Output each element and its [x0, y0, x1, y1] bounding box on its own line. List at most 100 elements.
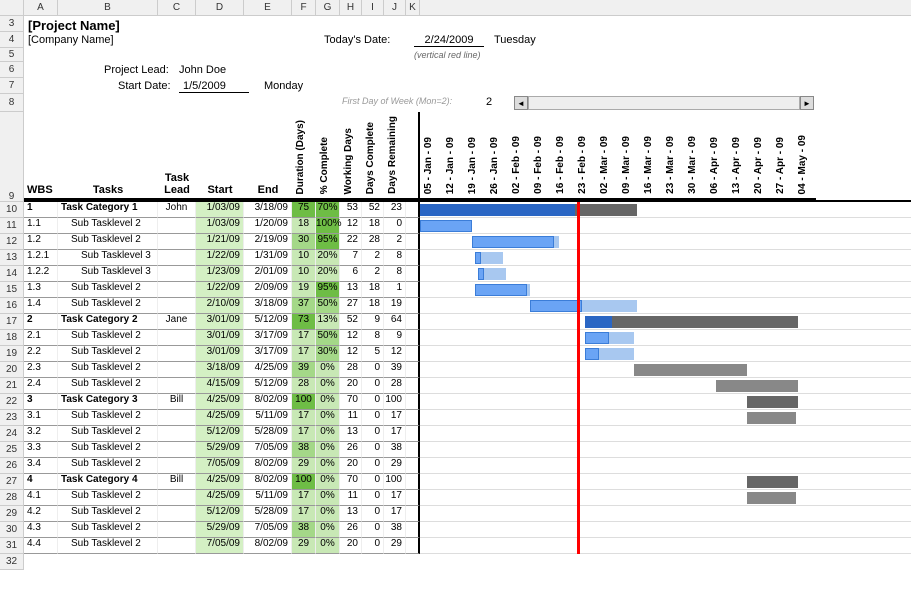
scroll-left-icon[interactable]: ◄ — [514, 96, 528, 110]
cell-duration[interactable]: 29 — [292, 538, 316, 554]
cell-dcomp[interactable]: 18 — [362, 218, 384, 234]
table-row[interactable]: 15 1.3 Sub Tasklevel 2 1/22/09 2/09/09 1… — [0, 282, 911, 298]
table-row[interactable]: 19 2.2 Sub Tasklevel 2 3/01/09 3/17/09 1… — [0, 346, 911, 362]
cell-wbs[interactable]: 4.2 — [24, 506, 58, 522]
cell-dcomp[interactable]: 0 — [362, 490, 384, 506]
cell-duration[interactable]: 17 — [292, 506, 316, 522]
cell-dcomp[interactable]: 0 — [362, 362, 384, 378]
gantt-bar-remaining[interactable] — [484, 268, 506, 280]
cell-task[interactable]: Sub Tasklevel 2 — [58, 458, 158, 474]
cell-wdays[interactable]: 70 — [340, 474, 362, 490]
row-header-9[interactable]: 9 — [0, 112, 24, 202]
row-header-29[interactable]: 29 — [0, 506, 24, 522]
table-row[interactable]: 20 2.3 Sub Tasklevel 2 3/18/09 4/25/09 3… — [0, 362, 911, 378]
cell-wdays[interactable]: 11 — [340, 490, 362, 506]
cell-duration[interactable]: 75 — [292, 202, 316, 218]
cell-wbs[interactable]: 4 — [24, 474, 58, 490]
cell-task[interactable]: Sub Tasklevel 2 — [58, 506, 158, 522]
row-header-20[interactable]: 20 — [0, 362, 24, 378]
cell-start[interactable]: 4/25/09 — [196, 410, 244, 426]
cell-drem[interactable]: 38 — [384, 522, 406, 538]
table-row[interactable]: 12 1.2 Sub Tasklevel 2 1/21/09 2/19/09 3… — [0, 234, 911, 250]
cell-drem[interactable]: 17 — [384, 490, 406, 506]
cell-start[interactable]: 4/25/09 — [196, 474, 244, 490]
cell-wdays[interactable]: 20 — [340, 538, 362, 554]
cell-start[interactable]: 1/22/09 — [196, 282, 244, 298]
table-row[interactable]: 18 2.1 Sub Tasklevel 2 3/01/09 3/17/09 1… — [0, 330, 911, 346]
cell-wbs[interactable]: 2.3 — [24, 362, 58, 378]
cell-wbs[interactable]: 1.1 — [24, 218, 58, 234]
cell-task[interactable]: Sub Tasklevel 3 — [58, 250, 158, 266]
date-header-17[interactable]: 04 - May - 09 — [797, 133, 808, 196]
cell-start[interactable]: 5/12/09 — [196, 506, 244, 522]
cell-drem[interactable]: 17 — [384, 426, 406, 442]
cell-end[interactable]: 5/12/09 — [244, 314, 292, 330]
cell-wdays[interactable]: 12 — [340, 218, 362, 234]
cell-start[interactable]: 4/25/09 — [196, 394, 244, 410]
gantt-bar[interactable] — [585, 348, 599, 360]
cell-task[interactable]: Sub Tasklevel 2 — [58, 538, 158, 554]
cell-duration[interactable]: 28 — [292, 378, 316, 394]
cell-wbs[interactable]: 2.4 — [24, 378, 58, 394]
cell-pct[interactable]: 20% — [316, 266, 340, 282]
cell-task[interactable]: Sub Tasklevel 3 — [58, 266, 158, 282]
cell-end[interactable]: 2/01/09 — [244, 266, 292, 282]
cell-wdays[interactable]: 13 — [340, 426, 362, 442]
hdr-pct[interactable]: % Complete — [319, 135, 330, 196]
gantt-bar[interactable] — [475, 284, 527, 296]
cell-pct[interactable]: 0% — [316, 426, 340, 442]
project-name[interactable]: [Project Name] — [28, 18, 120, 33]
cell-duration[interactable]: 100 — [292, 394, 316, 410]
row-header-17[interactable]: 17 — [0, 314, 24, 330]
row-header-13[interactable]: 13 — [0, 250, 24, 266]
row-header-24[interactable]: 24 — [0, 426, 24, 442]
cell-pct[interactable]: 13% — [316, 314, 340, 330]
cell-pct[interactable]: 0% — [316, 538, 340, 554]
cell-wdays[interactable]: 12 — [340, 346, 362, 362]
cell-wbs[interactable]: 2 — [24, 314, 58, 330]
cell-lead[interactable] — [158, 250, 196, 266]
cell-drem[interactable]: 1 — [384, 282, 406, 298]
cell-wdays[interactable]: 26 — [340, 442, 362, 458]
cell-lead[interactable] — [158, 298, 196, 314]
cell-task[interactable]: Sub Tasklevel 2 — [58, 410, 158, 426]
cell-duration[interactable]: 17 — [292, 490, 316, 506]
cell-lead[interactable]: Bill — [158, 394, 196, 410]
table-row[interactable]: 25 3.3 Sub Tasklevel 2 5/29/09 7/05/09 3… — [0, 442, 911, 458]
cell-end[interactable]: 2/19/09 — [244, 234, 292, 250]
today-date[interactable]: 2/24/2009 — [414, 34, 484, 47]
row-header-8[interactable]: 8 — [0, 94, 24, 112]
cell-drem[interactable]: 64 — [384, 314, 406, 330]
cell-wdays[interactable]: 53 — [340, 202, 362, 218]
date-header-0[interactable]: 05 - Jan - 09 — [423, 135, 434, 196]
cell-wbs[interactable]: 1.2.1 — [24, 250, 58, 266]
table-row[interactable]: 21 2.4 Sub Tasklevel 2 4/15/09 5/12/09 2… — [0, 378, 911, 394]
gantt-bar-remaining[interactable] — [527, 284, 530, 296]
cell-end[interactable]: 5/12/09 — [244, 378, 292, 394]
cell-pct[interactable]: 100% — [316, 218, 340, 234]
cell-end[interactable]: 3/18/09 — [244, 298, 292, 314]
cell-duration[interactable]: 38 — [292, 522, 316, 538]
gantt-bar[interactable] — [420, 220, 472, 232]
cell-drem[interactable]: 12 — [384, 346, 406, 362]
cell-end[interactable]: 8/02/09 — [244, 394, 292, 410]
cell-dcomp[interactable]: 2 — [362, 250, 384, 266]
gantt-bar[interactable] — [747, 476, 798, 488]
table-row[interactable]: 16 1.4 Sub Tasklevel 2 2/10/09 3/18/09 3… — [0, 298, 911, 314]
cell-wdays[interactable]: 20 — [340, 458, 362, 474]
date-header-11[interactable]: 23 - Mar - 09 — [665, 134, 676, 196]
cell-end[interactable]: 4/25/09 — [244, 362, 292, 378]
cell-pct[interactable]: 0% — [316, 490, 340, 506]
cell-pct[interactable]: 30% — [316, 346, 340, 362]
row-header-25[interactable]: 25 — [0, 442, 24, 458]
date-header-13[interactable]: 06 - Apr - 09 — [709, 135, 720, 196]
cell-lead[interactable] — [158, 458, 196, 474]
cell-drem[interactable]: 8 — [384, 250, 406, 266]
gantt-bar[interactable] — [716, 380, 798, 392]
cell-task[interactable]: Sub Tasklevel 2 — [58, 442, 158, 458]
cell-duration[interactable]: 39 — [292, 362, 316, 378]
cell-wdays[interactable]: 52 — [340, 314, 362, 330]
hdr-duration[interactable]: Duration (Days) — [295, 118, 306, 196]
cell-end[interactable]: 2/09/09 — [244, 282, 292, 298]
cell-drem[interactable]: 17 — [384, 506, 406, 522]
